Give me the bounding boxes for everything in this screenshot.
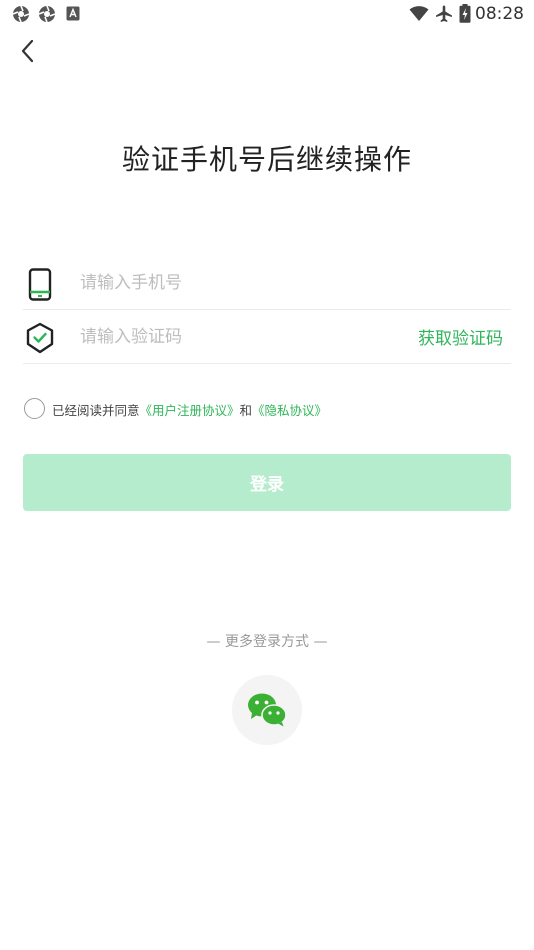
login-button[interactable]: 登录 bbox=[23, 454, 511, 511]
aperture-icon bbox=[38, 5, 56, 23]
agreement-row: 已经阅读并同意《用户注册协议》和《隐私协议》 bbox=[24, 398, 514, 420]
chevron-left-icon bbox=[21, 39, 34, 63]
phone-input[interactable] bbox=[80, 264, 500, 302]
agreement-prefix: 已经阅读并同意 bbox=[52, 403, 140, 418]
page-title: 验证手机号后继续操作 bbox=[121, 143, 412, 176]
privacy-policy-link[interactable]: 《隐私协议》 bbox=[252, 403, 327, 418]
get-code-button[interactable]: 获取验证码 bbox=[418, 324, 503, 349]
agreement-text: 已经阅读并同意《用户注册协议》和《隐私协议》 bbox=[52, 400, 327, 419]
code-field-row: 获取验证码 bbox=[23, 310, 511, 364]
aperture-icon bbox=[12, 5, 30, 23]
agreement-connector: 和 bbox=[239, 403, 253, 418]
a-notification-icon bbox=[66, 6, 80, 21]
status-bar: 08:28 bbox=[0, 0, 534, 28]
code-input[interactable] bbox=[80, 318, 380, 356]
wifi-icon bbox=[409, 6, 429, 21]
status-time: 08:28 bbox=[475, 4, 524, 24]
more-login-label: — 更多登录方式 — bbox=[206, 634, 328, 650]
agree-radio[interactable] bbox=[24, 398, 45, 419]
airplane-icon bbox=[436, 5, 452, 22]
phone-icon bbox=[28, 268, 52, 301]
shield-check-icon bbox=[26, 322, 54, 354]
wechat-icon bbox=[248, 693, 287, 727]
battery-charging-icon bbox=[459, 4, 471, 23]
back-button[interactable] bbox=[14, 36, 44, 66]
phone-field-row bbox=[23, 256, 511, 310]
wechat-login-button[interactable] bbox=[232, 675, 302, 745]
user-agreement-link[interactable]: 《用户注册协议》 bbox=[140, 403, 240, 418]
